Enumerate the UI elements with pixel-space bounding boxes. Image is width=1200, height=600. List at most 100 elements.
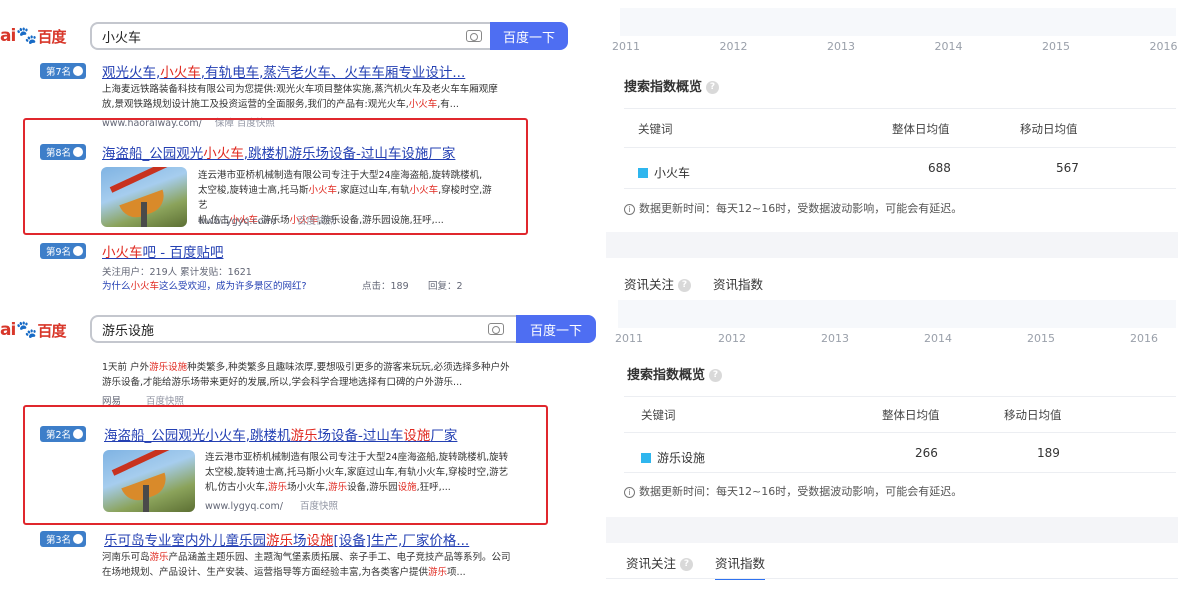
result-title[interactable]: 海盗船_公园观光小火车,跳楼机游乐场设备-过山车设施厂家 — [104, 424, 457, 444]
rank-badge: 第7名 — [40, 63, 86, 79]
rank-badge: 第3名 — [40, 531, 86, 547]
trend-chart-strip[interactable] — [620, 8, 1176, 36]
overview-title-text: 搜索指数概览 — [624, 80, 703, 95]
info-icon: i — [624, 487, 635, 498]
tab-news-attention[interactable]: 资讯关注? — [624, 274, 692, 293]
keyword-highlight: 小火车 — [203, 146, 244, 162]
camera-icon[interactable] — [488, 323, 504, 335]
rank-badge: 第9名 — [40, 243, 86, 259]
text-segment: 放,景观铁路规划设计施工及投资运营的全面服务,我们的产品有:观光火车, — [102, 99, 409, 110]
overview-title-text: 搜索指数概览 — [627, 368, 706, 383]
badge-dot-icon — [73, 429, 83, 439]
baidu-logo[interactable]: ai 🐾 百度 — [0, 318, 67, 342]
keyword-text: 小火车 — [654, 166, 691, 180]
result-title[interactable]: 小火车吧 - 百度贴吧 — [102, 241, 223, 261]
result-snippet: 上海麦远铁路装备科技有限公司为您提供:观光火车项目整体实施,蒸汽机火车及老火车车… — [102, 82, 522, 112]
info-icon: i — [624, 204, 635, 215]
section-gap — [606, 517, 1178, 543]
snapshot-link[interactable]: 百度快照 — [300, 501, 338, 512]
keyword-highlight: 小火车 — [160, 65, 201, 81]
text-segment: 海盗船_公园观光 — [102, 146, 204, 162]
keyword-highlight: 小火车 — [130, 281, 160, 292]
mobile-value: 189 — [1037, 446, 1060, 460]
keyword-highlight: 游乐 — [428, 567, 448, 578]
url-text: www.lygyq.com/ — [205, 501, 283, 512]
text-segment: ,家庭过山车,有轨 — [337, 185, 410, 196]
divider — [624, 188, 1176, 189]
thumbnail-tower — [143, 485, 149, 512]
text-segment: ,游乐设备,游乐园设施,狂呼,... — [318, 215, 444, 226]
forum-stats: 关注用户：219人 累计发贴：1621 — [102, 267, 252, 278]
update-note-text: 数据更新时间：每天12~16时，受数据波动影响，可能会有延迟。 — [639, 485, 963, 498]
col-keyword: 关键词 — [641, 408, 676, 422]
divider — [606, 578, 1178, 579]
series-color-swatch — [641, 453, 651, 463]
search-button[interactable]: 百度一下 — [490, 22, 568, 50]
badge-dot-icon — [73, 66, 83, 76]
text-segment: 连云港市亚桥机械制造有限公司专注于大型24座海盗船,旋转跳楼机,旋转 — [205, 452, 509, 463]
keyword-highlight: 小火车 — [408, 99, 438, 110]
keyword-text: 游乐设施 — [657, 451, 706, 465]
overview-title: 搜索指数概览? — [627, 364, 723, 383]
snippet-line: 连云港市亚桥机械制造有限公司专注于大型24座海盗船,旋转跳楼机,旋转 — [205, 450, 535, 465]
year-tick-label: 2015 — [1042, 40, 1070, 53]
text-segment: 产品涵盖主题乐园、主题淘气堡素质拓展、亲子手工、电子竞技产品等系列。公司 — [168, 552, 511, 563]
badge-dot-icon — [73, 147, 83, 157]
col-overall: 整体日均值 — [892, 122, 950, 136]
text-segment: 厂家 — [430, 428, 458, 444]
help-icon[interactable]: ? — [709, 369, 723, 382]
result-snippet: 连云港市亚桥机械制造有限公司专注于大型24座海盗船,旋转跳楼机,旋转太空梭,旋转… — [205, 450, 535, 495]
result-url[interactable]: www.lygyq.com/ 百度快照 — [205, 498, 338, 512]
text-segment: 连云港市亚桥机械制造有限公司专注于大型24座海盗船,旋转跳楼机, — [198, 170, 483, 181]
year-tick-label: 2013 — [827, 40, 855, 53]
keyword-highlight: 游乐设施 — [149, 362, 188, 373]
snippet-line: 连云港市亚桥机械制造有限公司专注于大型24座海盗船,旋转跳楼机, — [198, 168, 498, 183]
result-snippet: 河南乐可岛游乐产品涵盖主题乐园、主题淘气堡素质拓展、亲子手工、电子竞技产品等系列… — [102, 550, 532, 580]
text-segment: 乐可岛专业室内外儿童乐园 — [104, 533, 266, 549]
series-color-swatch — [638, 168, 648, 178]
col-keyword: 关键词 — [638, 122, 673, 136]
forum-thread-link[interactable]: 为什么小火车这么受欢迎，成为许多景区的网红? — [102, 278, 307, 292]
tab-news-attention[interactable]: 资讯关注? — [626, 553, 694, 572]
keyword-cell: 小火车 — [638, 164, 690, 181]
news-tabs: 资讯关注? 资讯指数 — [624, 274, 781, 293]
tab-news-index[interactable]: 资讯指数 — [715, 553, 766, 580]
search-input[interactable]: 游乐设施 — [90, 315, 516, 343]
search-input[interactable]: 小火车 — [90, 22, 490, 50]
snippet-line: 在场地规划、产品设计、生产安装、运营指导等方面经验丰富,为各类客户提供游乐项..… — [102, 565, 532, 580]
col-overall: 整体日均值 — [882, 408, 940, 422]
result-thumbnail[interactable] — [101, 167, 187, 227]
search-button[interactable]: 百度一下 — [516, 315, 596, 343]
help-icon[interactable]: ? — [706, 81, 720, 94]
text-segment: 场设备-过山车 — [317, 428, 404, 444]
keyword-highlight: 小火车 — [308, 185, 338, 196]
paw-icon: 🐾 — [16, 320, 37, 340]
paw-icon: 🐾 — [16, 26, 37, 46]
snapshot-link[interactable]: 百度快照 — [297, 216, 335, 227]
text-segment: [设备]生产,厂家价格... — [333, 533, 470, 549]
keyword-highlight: 游乐 — [149, 552, 169, 563]
result-title[interactable]: 观光火车,小火车,有轨电车,蒸汽老火车、火车车厢专业设计... — [102, 61, 465, 81]
search-query-text: 游乐设施 — [102, 323, 155, 339]
result-title[interactable]: 乐可岛专业室内外儿童乐园游乐场设施[设备]生产,厂家价格... — [104, 529, 469, 549]
text-segment: 海盗船_公园观光小火车,跳楼机 — [104, 428, 291, 444]
tab-news-index[interactable]: 资讯指数 — [713, 274, 763, 293]
section-gap — [606, 232, 1178, 258]
camera-icon[interactable] — [466, 30, 482, 42]
trend-chart-strip[interactable] — [618, 300, 1176, 328]
baidu-logo[interactable]: ai 🐾 百度 — [0, 24, 67, 48]
rank-label: 第9名 — [46, 247, 72, 258]
rank-label: 第3名 — [46, 535, 72, 546]
year-tick-label: 2011 — [612, 40, 640, 53]
keyword-highlight: 小火车 — [409, 185, 439, 196]
text-segment: 这么受欢迎，成为许多景区的网红? — [159, 281, 307, 292]
help-icon[interactable]: ? — [680, 558, 694, 571]
snippet-line: 太空梭,旋转迪士高,托马斯小火车,家庭过山车,有轨小火车,穿梭时空,游艺 — [205, 465, 535, 480]
rank-label: 第2名 — [46, 430, 72, 441]
result-title[interactable]: 海盗船_公园观光小火车,跳楼机游乐场设备-过山车设施厂家 — [102, 142, 455, 162]
help-icon[interactable]: ? — [678, 279, 692, 292]
year-tick-label: 2012 — [718, 332, 746, 345]
result-thumbnail[interactable] — [103, 450, 195, 512]
divider — [624, 108, 1176, 109]
result-url[interactable]: www.lygyq.com/ 百度快照 — [198, 213, 335, 227]
